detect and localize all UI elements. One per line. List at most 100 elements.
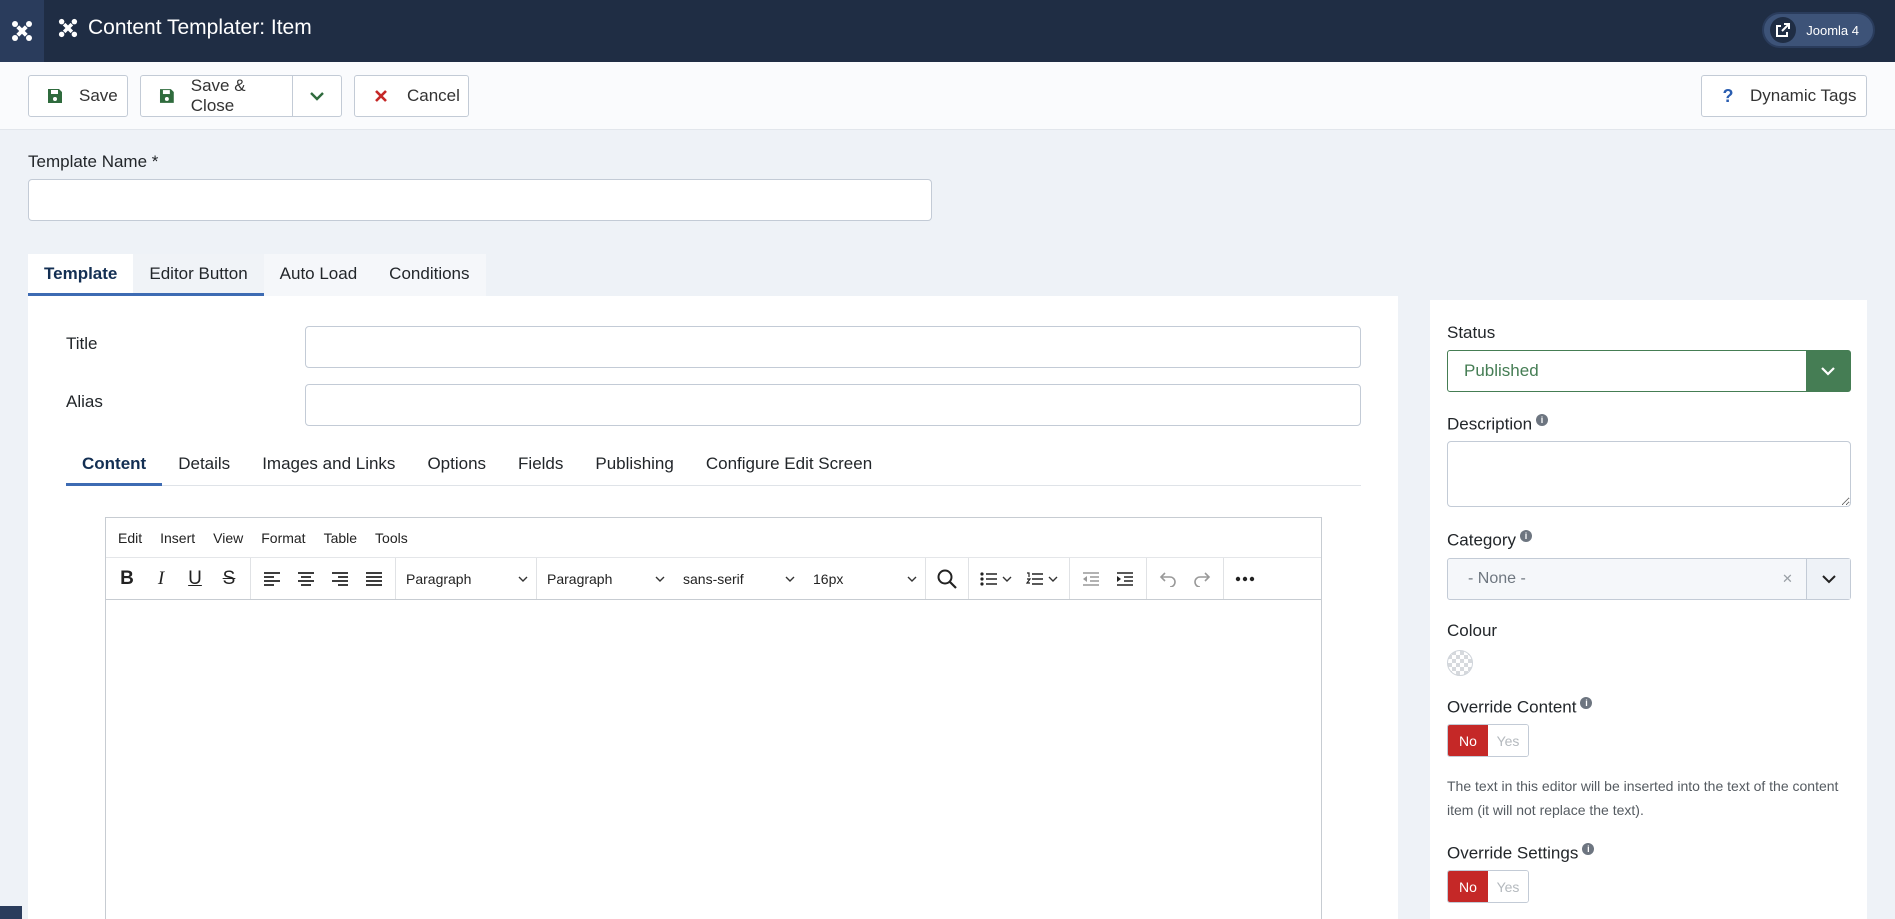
override-content-toggle[interactable]: No Yes xyxy=(1447,724,1529,757)
more-options-icon[interactable] xyxy=(1228,562,1262,596)
template-name-label: Template Name * xyxy=(28,152,159,171)
numbered-list-icon[interactable] xyxy=(1019,562,1065,596)
joomla-logo-icon[interactable] xyxy=(0,0,44,62)
tab-editor-button[interactable]: Editor Button xyxy=(133,254,264,296)
category-label-text: Category xyxy=(1447,530,1516,550)
align-group xyxy=(251,558,396,599)
save-options-dropdown[interactable] xyxy=(293,76,341,116)
status-select[interactable]: Published xyxy=(1447,350,1851,392)
override-settings-toggle[interactable]: No Yes xyxy=(1447,870,1529,903)
toolbar: Save Save & Close Cancel ? Dynamic Tags xyxy=(0,62,1895,130)
block-format-select[interactable]: Paragraph xyxy=(396,562,536,596)
page-title-text: Content Templater: Item xyxy=(88,16,312,39)
menu-format[interactable]: Format xyxy=(261,530,305,546)
cancel-button[interactable]: Cancel xyxy=(354,75,469,117)
site-name: Joomla 4 xyxy=(1806,22,1859,38)
search-icon[interactable] xyxy=(930,562,964,596)
chevron-down-icon xyxy=(518,576,528,582)
tab-template[interactable]: Template xyxy=(28,254,134,296)
menu-insert[interactable]: Insert xyxy=(160,530,195,546)
override-settings-yes[interactable]: Yes xyxy=(1488,871,1528,902)
tab-details[interactable]: Details xyxy=(162,444,246,486)
description-label: Description i xyxy=(1447,414,1549,435)
template-name-input[interactable] xyxy=(28,179,932,221)
tab-images-links[interactable]: Images and Links xyxy=(246,444,411,486)
font-size-group: 16px xyxy=(803,558,926,599)
status-label: Status xyxy=(1447,323,1496,342)
indent-group xyxy=(1070,558,1147,599)
site-link-badge[interactable]: Joomla 4 xyxy=(1762,12,1875,48)
outdent-icon[interactable] xyxy=(1074,562,1108,596)
override-content-help: The text in this editor will be inserted… xyxy=(1447,778,1839,818)
tab-configure-edit-screen[interactable]: Configure Edit Screen xyxy=(690,444,888,486)
debug-corner-icon[interactable] xyxy=(0,906,22,919)
question-icon: ? xyxy=(1722,85,1734,106)
italic-icon[interactable]: I xyxy=(144,562,178,596)
override-content-label-text: Override Content xyxy=(1447,697,1577,717)
save-button[interactable]: Save xyxy=(28,75,128,117)
colour-label: Colour xyxy=(1447,621,1498,640)
menu-edit[interactable]: Edit xyxy=(118,530,142,546)
save-close-button[interactable]: Save & Close xyxy=(140,75,342,117)
colour-picker[interactable] xyxy=(1447,650,1473,676)
align-right-icon[interactable] xyxy=(323,562,357,596)
font-family-value: sans-serif xyxy=(683,570,744,587)
status-value: Published xyxy=(1464,361,1539,380)
override-content-yes[interactable]: Yes xyxy=(1488,725,1528,756)
more-group xyxy=(1224,558,1266,599)
component-icon xyxy=(58,18,78,38)
chevron-down-icon xyxy=(310,92,324,101)
block-format-value: Paragraph xyxy=(406,570,472,587)
align-justify-icon[interactable] xyxy=(357,562,391,596)
editor-content-area[interactable] xyxy=(106,600,1321,919)
redo-icon[interactable] xyxy=(1185,562,1219,596)
external-link-icon xyxy=(1770,17,1797,43)
info-icon[interactable]: i xyxy=(1536,414,1549,426)
description-label-text: Description xyxy=(1447,414,1533,434)
align-left-icon[interactable] xyxy=(255,562,289,596)
rich-text-editor: Edit Insert View Format Table Tools B I … xyxy=(105,517,1322,919)
description-textarea[interactable] xyxy=(1447,441,1851,507)
bold-icon[interactable]: B xyxy=(110,562,144,596)
cancel-button-label: Cancel xyxy=(407,86,460,105)
tab-options[interactable]: Options xyxy=(411,444,502,486)
override-settings-label: Override Settings i xyxy=(1447,843,1595,864)
override-settings-no[interactable]: No xyxy=(1448,871,1488,902)
alias-input[interactable] xyxy=(305,384,1361,426)
info-icon[interactable]: i xyxy=(1580,697,1593,709)
title-input[interactable] xyxy=(305,326,1361,368)
indent-icon[interactable] xyxy=(1108,562,1142,596)
override-settings-label-text: Override Settings xyxy=(1447,843,1579,863)
info-icon[interactable]: i xyxy=(1582,843,1595,855)
tab-auto-load[interactable]: Auto Load xyxy=(264,254,374,296)
override-content-no[interactable]: No xyxy=(1448,725,1488,756)
menu-table[interactable]: Table xyxy=(324,530,357,546)
chevron-down-icon xyxy=(655,576,665,582)
chevron-down-icon xyxy=(1806,351,1850,391)
tab-conditions[interactable]: Conditions xyxy=(373,254,485,296)
tab-fields[interactable]: Fields xyxy=(502,444,579,486)
save-close-label: Save & Close xyxy=(190,76,246,115)
style-format-select[interactable]: Paragraph xyxy=(537,562,673,596)
font-family-select[interactable]: sans-serif xyxy=(673,562,803,596)
dynamic-tags-button[interactable]: ? Dynamic Tags xyxy=(1701,75,1867,117)
save-close-main[interactable]: Save & Close xyxy=(141,76,294,116)
menu-view[interactable]: View xyxy=(213,530,243,546)
font-size-value: 16px xyxy=(813,570,844,587)
underline-icon[interactable]: U xyxy=(178,562,212,596)
align-center-icon[interactable] xyxy=(289,562,323,596)
tab-content[interactable]: Content xyxy=(66,444,163,486)
font-size-select[interactable]: 16px xyxy=(803,562,925,596)
info-icon[interactable]: i xyxy=(1519,530,1532,542)
undo-icon[interactable] xyxy=(1151,562,1185,596)
bullet-list-icon[interactable] xyxy=(973,562,1019,596)
menu-tools[interactable]: Tools xyxy=(375,530,408,546)
tab-publishing[interactable]: Publishing xyxy=(579,444,689,486)
clear-icon[interactable]: ✕ xyxy=(1782,559,1806,599)
chevron-down-icon xyxy=(785,576,795,582)
style-format-value: Paragraph xyxy=(547,570,613,587)
format-select-group: Paragraph xyxy=(396,558,537,599)
category-select[interactable]: - None - ✕ xyxy=(1447,558,1851,600)
app-header: Content Templater: Item Joomla 4 xyxy=(0,0,1895,62)
strikethrough-icon[interactable]: S xyxy=(212,562,246,596)
